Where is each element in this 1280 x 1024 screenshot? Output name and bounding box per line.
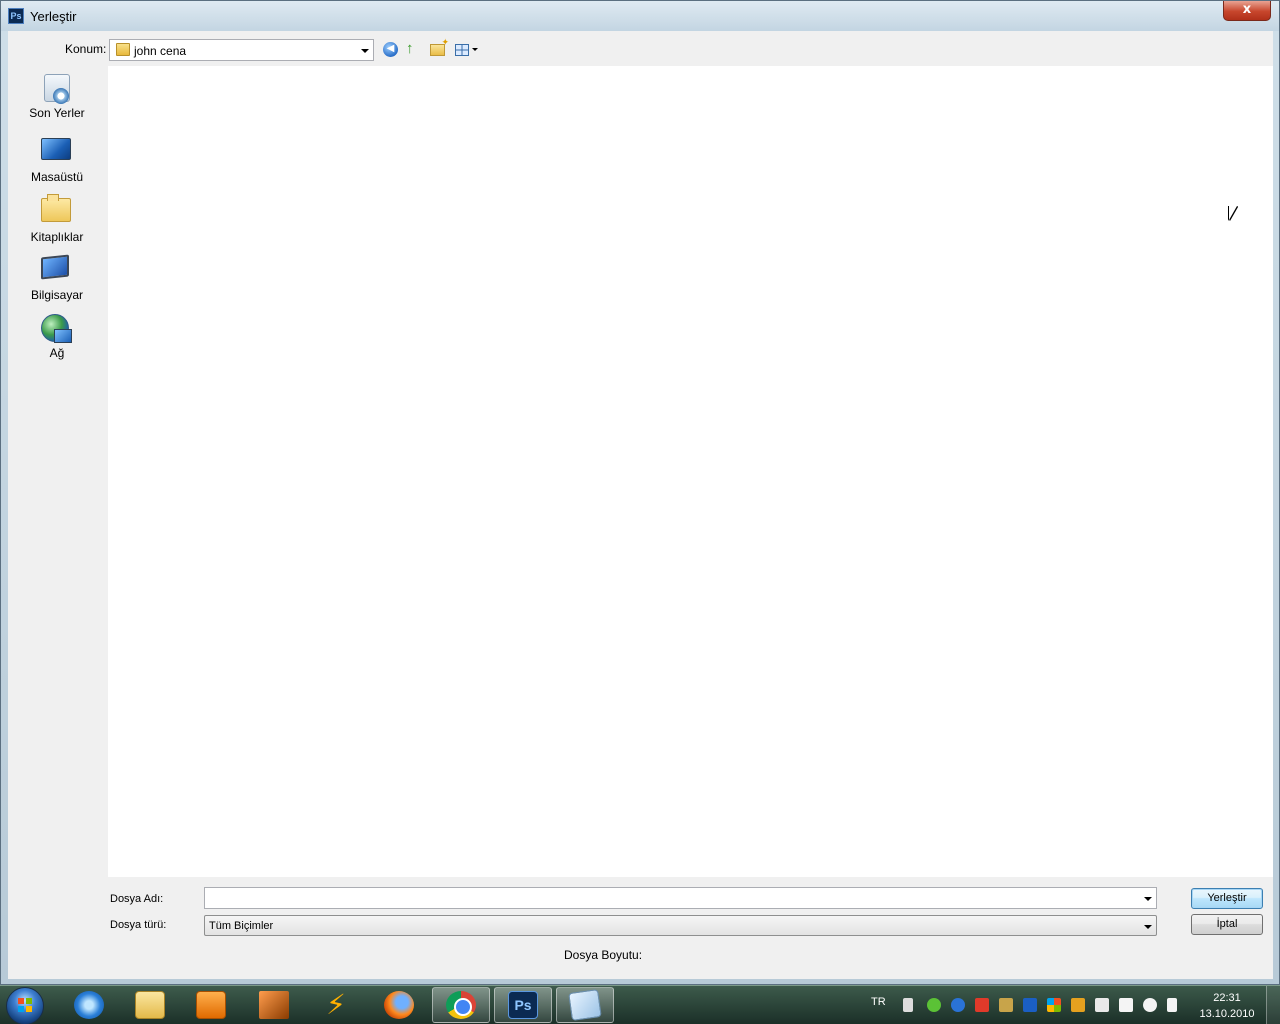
show-desktop-button[interactable] — [1266, 986, 1280, 1024]
place-label: Masaüstü — [30, 170, 84, 184]
place-label: Son Yerler — [29, 106, 85, 120]
clock-date: 13.10.2010 — [1199, 1008, 1255, 1020]
start-button[interactable] — [6, 987, 44, 1024]
folder-icon — [116, 43, 130, 56]
computer-icon — [41, 254, 69, 280]
taskbar-app-winamp[interactable]: ⚡ — [307, 987, 365, 1023]
place-dialog-window: Ps Yerleştir x Konum: john cena ◀ ↑ Son … — [0, 0, 1280, 985]
taskbar-app-photoshop[interactable]: Ps — [494, 987, 552, 1023]
tray-update-icon[interactable] — [951, 998, 965, 1012]
view-menu-icon[interactable] — [455, 44, 469, 56]
file-list-view[interactable] — [108, 66, 1273, 877]
taskbar-app-notepad[interactable] — [556, 987, 614, 1023]
window-title: Yerleştir — [30, 9, 77, 24]
volume-icon[interactable] — [1095, 998, 1109, 1012]
taskbar-app-video[interactable] — [245, 987, 303, 1023]
taskbar-app-explorer[interactable] — [121, 987, 179, 1023]
file-type-value: Tüm Biçimler — [209, 920, 274, 932]
taskbar-app-chrome[interactable] — [432, 987, 490, 1023]
place-desktop[interactable]: Masaüstü — [8, 134, 106, 184]
photoshop-icon: Ps — [508, 991, 538, 1019]
taskbar: ⚡ Ps TR 22:31 13.10.2010 — [0, 985, 1280, 1024]
tray-red-icon[interactable] — [975, 998, 989, 1012]
tray-app-icon[interactable] — [999, 998, 1013, 1012]
internet-explorer-icon — [74, 991, 104, 1019]
windows-explorer-icon — [135, 991, 165, 1019]
tray-green-icon[interactable] — [927, 998, 941, 1012]
winamp-icon: ⚡ — [326, 989, 346, 1020]
new-folder-icon[interactable] — [430, 37, 449, 56]
tray-x-icon[interactable] — [1143, 998, 1157, 1012]
desktop-icon — [41, 138, 71, 160]
close-button[interactable]: x — [1223, 1, 1271, 21]
up-folder-icon[interactable]: ↑ — [406, 41, 424, 59]
language-indicator[interactable]: TR — [871, 996, 886, 1008]
chevron-down-icon[interactable] — [361, 49, 369, 53]
place-libraries[interactable]: Kitaplıklar — [8, 194, 106, 244]
view-menu-chevron-icon[interactable] — [472, 48, 478, 51]
recent-places-icon — [44, 74, 70, 102]
media-player-icon — [196, 991, 226, 1019]
mouse-cursor-icon — [1229, 206, 1237, 220]
chevron-down-icon[interactable] — [1144, 897, 1152, 901]
clock[interactable]: 22:31 13.10.2010 — [1194, 990, 1260, 1022]
place-button[interactable]: Yerleştir — [1191, 888, 1263, 909]
taskbar-app-media[interactable] — [182, 987, 240, 1023]
tray-bolt-icon[interactable] — [1071, 998, 1085, 1012]
chevron-down-icon[interactable] — [1144, 925, 1152, 929]
tray-device-icon[interactable] — [903, 998, 913, 1012]
place-label: Ağ — [49, 346, 65, 360]
places-bar: Son Yerler Masaüstü Kitaplıklar Bilgisay… — [8, 66, 106, 932]
firefox-icon — [384, 991, 414, 1019]
file-type-label: Dosya türü: — [110, 919, 167, 931]
file-size-label: Dosya Boyutu: — [564, 948, 643, 962]
libraries-icon — [41, 194, 71, 222]
tray-blue-icon[interactable] — [1023, 998, 1037, 1012]
photoshop-app-icon: Ps — [8, 8, 24, 24]
place-label: Kitaplıklar — [30, 230, 84, 244]
dialog-body: Konum: john cena ◀ ↑ Son Yerler Masaüstü… — [8, 31, 1273, 979]
place-network[interactable]: Ağ — [8, 314, 106, 360]
place-recent[interactable]: Son Yerler — [8, 74, 106, 120]
video-editor-icon — [259, 991, 289, 1019]
file-name-input[interactable] — [204, 887, 1157, 909]
place-computer[interactable]: Bilgisayar — [8, 254, 106, 302]
chrome-icon — [446, 991, 476, 1019]
cancel-button[interactable]: İptal — [1191, 914, 1263, 935]
clock-time: 22:31 — [1213, 992, 1241, 1004]
network-tray-icon[interactable] — [1119, 998, 1133, 1012]
network-icon — [41, 314, 72, 343]
place-label: Bilgisayar — [30, 288, 84, 302]
notepad-icon — [568, 989, 602, 1021]
file-name-label: Dosya Adı: — [110, 893, 164, 905]
location-value: john cena — [134, 44, 187, 58]
title-bar[interactable]: Ps Yerleştir x — [1, 1, 1279, 31]
back-icon[interactable]: ◀ — [383, 42, 398, 57]
file-type-select[interactable]: Tüm Biçimler — [204, 915, 1157, 936]
taskbar-app-firefox[interactable] — [370, 987, 428, 1023]
action-center-flag-icon[interactable] — [1167, 998, 1177, 1012]
location-label: Konum: — [65, 42, 107, 56]
taskbar-app-ie[interactable] — [60, 987, 118, 1023]
tray-windows-icon[interactable] — [1047, 998, 1061, 1012]
location-dropdown[interactable]: john cena — [109, 39, 374, 61]
